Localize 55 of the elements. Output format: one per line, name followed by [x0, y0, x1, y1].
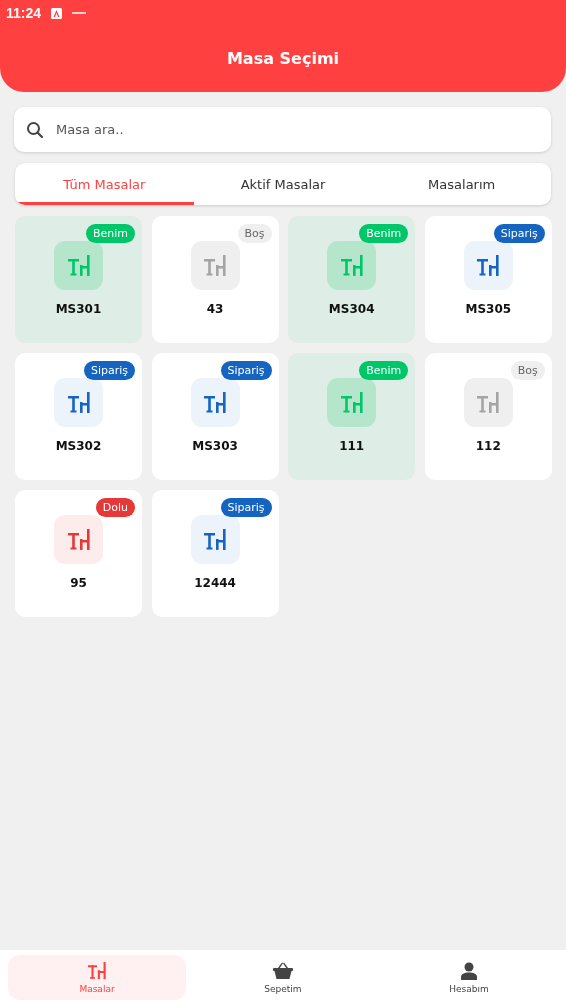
- status-badge: Sipariş: [220, 498, 272, 517]
- table-name: 43: [206, 302, 224, 316]
- table-card[interactable]: Benim MS304: [288, 216, 416, 343]
- table-card[interactable]: Boş 112: [424, 353, 552, 480]
- table-icon: [477, 254, 500, 277]
- table-icon: [477, 391, 500, 414]
- status-time: 11:24: [6, 5, 42, 21]
- table-card[interactable]: Sipariş MS303: [151, 353, 279, 480]
- status-badge: Benim: [85, 224, 135, 243]
- table-name: MS304: [328, 302, 375, 316]
- table-card[interactable]: Sipariş MS305: [424, 216, 552, 343]
- tab[interactable]: Masalarım: [372, 163, 551, 205]
- nav-item[interactable]: Sepetim: [194, 955, 372, 1000]
- table-icon: [88, 961, 106, 980]
- table-icon: [204, 391, 227, 414]
- table-icon: [67, 254, 90, 277]
- table-name: 112: [475, 439, 501, 453]
- table-icon: [67, 391, 90, 414]
- search-field[interactable]: Masa ara..: [54, 121, 539, 138]
- table-icon: [340, 391, 363, 414]
- status-badge: Benim: [359, 224, 409, 243]
- status-badge: Boş: [510, 361, 545, 380]
- table-name: 111: [339, 439, 365, 453]
- status-badge: Dolu: [95, 498, 135, 517]
- table-name: MS301: [55, 302, 102, 316]
- nav-item[interactable]: Hesabım: [380, 955, 558, 1000]
- table-name: 12444: [194, 576, 236, 590]
- table-name: MS303: [192, 439, 238, 453]
- status-badge: Boş: [237, 224, 272, 243]
- table-card[interactable]: Dolu 95: [15, 490, 142, 617]
- status-badge: Sipariş: [83, 361, 135, 380]
- table-name: MS302: [55, 439, 102, 453]
- table-card[interactable]: Sipariş MS302: [15, 353, 142, 480]
- table-card[interactable]: Benim MS301: [15, 216, 142, 343]
- status-badge: Sipariş: [220, 361, 272, 380]
- person-icon: [460, 961, 478, 980]
- table-card[interactable]: Sipariş 12444: [151, 490, 279, 617]
- table-icon: [340, 254, 363, 277]
- table-card[interactable]: Boş 43: [151, 216, 279, 343]
- table-icon: [204, 254, 227, 277]
- basket-icon: [273, 961, 293, 980]
- screen-title: Masa Seçimi: [225, 49, 341, 68]
- table-name: MS305: [465, 302, 512, 316]
- status-badge: Benim: [359, 361, 409, 380]
- table-icon: [204, 528, 227, 551]
- notification-icon: [51, 7, 63, 19]
- search-bar[interactable]: Masa ara..: [14, 107, 551, 152]
- search-icon: [26, 120, 44, 139]
- tab[interactable]: Tüm Masalar: [15, 163, 194, 205]
- table-icon: [67, 528, 90, 551]
- tab[interactable]: Aktif Masalar: [193, 163, 373, 205]
- status-badge: Sipariş: [493, 224, 545, 243]
- table-card[interactable]: Benim 111: [288, 353, 416, 480]
- table-name: 95: [70, 576, 87, 590]
- notification-icon: [72, 11, 87, 15]
